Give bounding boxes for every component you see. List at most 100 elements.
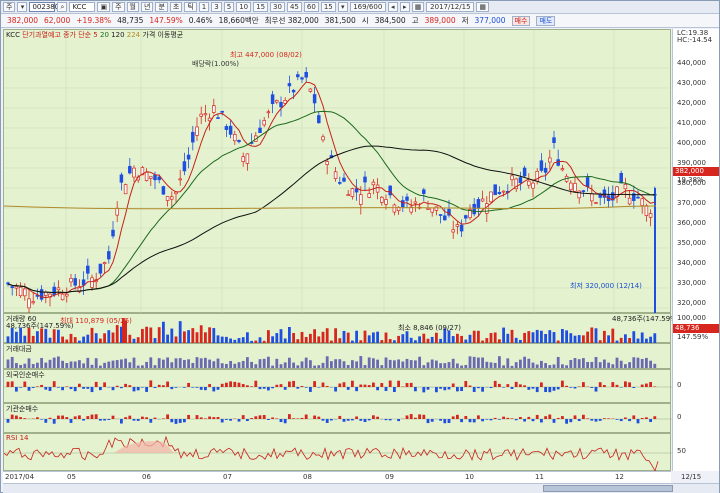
scrollbar-thumb[interactable] bbox=[543, 485, 673, 492]
candle-body bbox=[619, 172, 623, 184]
period-second[interactable]: 초 bbox=[169, 2, 183, 12]
interval-1[interactable]: 1 bbox=[198, 2, 210, 12]
foreign-bar bbox=[426, 387, 430, 390]
foreign-bar bbox=[36, 386, 39, 387]
foreign-bar bbox=[573, 387, 577, 389]
volume-bar bbox=[540, 330, 543, 344]
institution-bar bbox=[376, 416, 379, 419]
institution-bar bbox=[502, 416, 505, 419]
menu-icon[interactable]: ▾ bbox=[17, 2, 28, 12]
ma120-label: 120 bbox=[111, 31, 125, 39]
lock-icon[interactable]: ▣ bbox=[97, 2, 111, 12]
amount-bar bbox=[523, 356, 526, 368]
volume-panel[interactable]: 거래량 60 48,736주(147.59%) 최대 110,879 (05/2… bbox=[3, 313, 680, 344]
institution-bar bbox=[321, 419, 325, 421]
stock-name-field[interactable]: KCC bbox=[69, 2, 96, 12]
amount-bar bbox=[493, 362, 497, 368]
amount-bar bbox=[472, 356, 476, 368]
horizontal-scrollbar[interactable] bbox=[3, 483, 719, 493]
high-label: 고 bbox=[411, 16, 419, 25]
amount-bar bbox=[65, 363, 69, 368]
interval-3[interactable]: 3 bbox=[211, 2, 222, 12]
stock-code-input[interactable]: 002380 bbox=[29, 2, 59, 12]
chart-name: KCC bbox=[6, 31, 20, 39]
candle-body bbox=[258, 127, 262, 133]
sell-button[interactable]: 매도 bbox=[536, 15, 556, 26]
amount-bar bbox=[69, 361, 73, 368]
period-year[interactable]: 년 bbox=[140, 2, 154, 12]
period-month[interactable]: 월 bbox=[126, 2, 139, 12]
foreign-bar bbox=[388, 380, 392, 387]
candle-body bbox=[333, 171, 338, 180]
volume-bar bbox=[472, 330, 476, 344]
foreign-bar bbox=[439, 387, 442, 389]
date-field[interactable]: 2017/12/15 bbox=[426, 2, 475, 12]
institution-bar bbox=[90, 414, 94, 419]
foreign-bar bbox=[195, 387, 199, 388]
volume-bar bbox=[502, 327, 505, 344]
candle-body bbox=[573, 183, 577, 192]
interval-10[interactable]: 10 bbox=[236, 2, 252, 12]
period-minute[interactable]: 분 bbox=[155, 2, 168, 12]
candle-body bbox=[149, 176, 153, 179]
volume-bar bbox=[145, 326, 148, 344]
foreign-bar bbox=[111, 387, 115, 391]
dropdown-icon[interactable]: ▾ bbox=[337, 2, 348, 12]
buy-button[interactable]: 매수 bbox=[511, 15, 531, 26]
institution-bar bbox=[636, 419, 640, 424]
interval-30[interactable]: 30 bbox=[270, 2, 285, 12]
interval-custom[interactable]: 15 bbox=[320, 2, 336, 12]
amount-bar bbox=[586, 362, 589, 368]
amount-bar bbox=[208, 359, 211, 368]
search-icon[interactable]: ⌕ bbox=[57, 2, 68, 12]
candle-body bbox=[195, 126, 199, 136]
price-panel[interactable]: KCC 단기과열예고 종가 단순 5 20 120 224 가격 이동평균 최고… bbox=[3, 29, 672, 314]
rsi-panel[interactable]: RSI 14 bbox=[3, 433, 672, 472]
candle-body bbox=[132, 167, 136, 178]
institution-bar bbox=[275, 418, 279, 419]
institution-bar bbox=[94, 414, 98, 419]
candle-body bbox=[543, 167, 548, 173]
prev-icon[interactable]: ◂ bbox=[387, 2, 398, 12]
institution-bar bbox=[372, 415, 375, 419]
amount-bar bbox=[241, 360, 245, 368]
institution-bar bbox=[351, 419, 354, 421]
foreign-bar bbox=[367, 385, 371, 387]
amount-bar bbox=[321, 362, 325, 368]
period-tick[interactable]: 틱 bbox=[184, 2, 197, 12]
institution-bar bbox=[229, 419, 232, 421]
institution-bar bbox=[426, 419, 430, 424]
institution-bar bbox=[69, 419, 73, 423]
candle-body bbox=[464, 215, 468, 219]
foreign-bar bbox=[443, 387, 447, 391]
institution-bar bbox=[86, 416, 90, 419]
candle-body bbox=[413, 201, 418, 204]
interval-60[interactable]: 60 bbox=[303, 2, 319, 12]
interval-15[interactable]: 15 bbox=[253, 2, 269, 12]
amount-bar bbox=[31, 364, 35, 368]
period-day[interactable]: 주 bbox=[112, 2, 125, 12]
institution-bar bbox=[145, 417, 148, 419]
current-price: 382,000 bbox=[7, 16, 39, 25]
volume-tick-100k: 100,000 bbox=[677, 314, 706, 322]
amount-bar bbox=[632, 357, 636, 368]
institution-bar bbox=[447, 419, 451, 423]
institution-panel[interactable]: 기관순매수 bbox=[3, 403, 672, 433]
tab-button[interactable]: 주 bbox=[3, 2, 16, 12]
amount-bar bbox=[573, 358, 577, 368]
amount-bar bbox=[544, 363, 547, 368]
candle-body bbox=[119, 174, 124, 183]
calendar-icon[interactable]: ▦ bbox=[411, 2, 425, 12]
foreign-panel[interactable]: 외국인순매수 bbox=[3, 369, 672, 403]
amount-bar bbox=[624, 364, 627, 368]
institution-bar bbox=[212, 417, 216, 419]
next-icon[interactable]: ▸ bbox=[399, 2, 410, 12]
interval-45[interactable]: 45 bbox=[286, 2, 302, 12]
amount-bar bbox=[653, 363, 657, 368]
count-field[interactable]: 169/600 bbox=[349, 2, 386, 12]
calendar-picker-icon[interactable]: ▦ bbox=[476, 2, 489, 12]
institution-bar bbox=[103, 419, 106, 421]
amount-panel[interactable]: 거래대금 bbox=[3, 343, 671, 369]
interval-5[interactable]: 5 bbox=[223, 2, 235, 12]
amount-bar bbox=[468, 356, 472, 368]
